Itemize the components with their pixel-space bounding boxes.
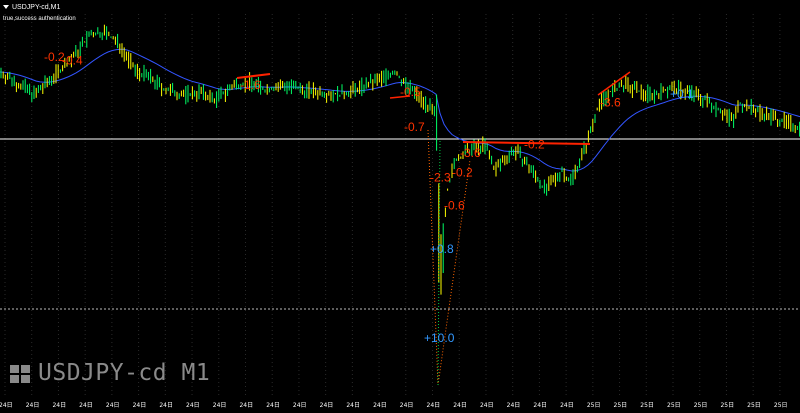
trade-label: -0.6	[444, 199, 465, 213]
x-tick-label: 24日	[453, 402, 467, 409]
trade-label: -0.4	[62, 54, 83, 68]
x-tick-label: 24日	[79, 402, 93, 409]
x-tick-label: 25日	[587, 402, 601, 409]
trade-label: -0.2	[524, 137, 545, 151]
x-tick-label: 25日	[694, 402, 708, 409]
trade-label: -0.5	[400, 85, 421, 99]
x-tick-label: 24日	[266, 402, 280, 409]
x-tick-label: 25日	[720, 402, 734, 409]
x-tick-label: 24日	[133, 402, 147, 409]
x-tick-label: 24日	[0, 402, 13, 409]
trade-label: -1.6	[240, 78, 261, 92]
x-tick-label: 24日	[400, 402, 414, 409]
trade-label: -3.6	[460, 146, 481, 160]
chart-logo-icon	[10, 363, 34, 383]
chart-title: USDJPY-cd,M1	[12, 3, 61, 11]
x-tick-label: 24日	[213, 402, 227, 409]
x-tick-label: 24日	[320, 402, 334, 409]
watermark-text: USDJPY-cd M1	[38, 360, 211, 386]
x-tick-label: 24日	[106, 402, 120, 409]
trade-label: -3.6	[600, 96, 621, 110]
trade-label: -0.2	[452, 165, 473, 179]
symbol-watermark: USDJPY-cd M1	[10, 360, 210, 386]
x-tick-label: 24日	[159, 402, 173, 409]
x-tick-label: 25日	[667, 402, 681, 409]
x-tick-label: 24日	[26, 402, 40, 409]
x-tick-label: 24日	[293, 402, 307, 409]
price-chart[interactable]: 24日 24日 24日 24日 24日 24日 24日 24日 24日 24日 24日 24日 24日 2…	[0, 0, 800, 413]
trade-label: +0.8	[430, 242, 454, 256]
status-text: true,success authentication	[3, 16, 76, 22]
x-tick-label: 24日	[52, 402, 66, 409]
chart-title-bar[interactable]: USDJPY-cd,M1	[0, 0, 60, 14]
moving-average-line	[0, 48, 800, 172]
x-tick-label: 24日	[373, 402, 387, 409]
dropdown-arrow-icon[interactable]	[3, 5, 9, 9]
trade-label: -0.7	[404, 120, 425, 134]
x-tick-label: 24日	[239, 402, 253, 409]
x-tick-label: 24日	[480, 402, 494, 409]
x-tick-label: 25日	[640, 402, 654, 409]
x-tick-label: 24日	[186, 402, 200, 409]
trade-label: -2.3	[430, 171, 451, 185]
x-tick-label: 24日	[427, 402, 441, 409]
trade-line	[597, 71, 631, 96]
x-tick-label: 25日	[747, 402, 761, 409]
x-tick-label: 24日	[346, 402, 360, 409]
x-tick-label: 24日	[560, 402, 574, 409]
x-tick-label: 24日	[507, 402, 521, 409]
x-tick-label: 24日	[533, 402, 547, 409]
x-tick-label: 25日	[614, 402, 628, 409]
trade-label: +0.1	[670, 87, 694, 101]
x-tick-label: 25日	[774, 402, 788, 409]
trade-label: +10.0	[424, 331, 455, 345]
chart-window[interactable]: 24日 24日 24日 24日 24日 24日 24日 24日 24日 24日 24日 24日 24日 2…	[0, 0, 800, 413]
